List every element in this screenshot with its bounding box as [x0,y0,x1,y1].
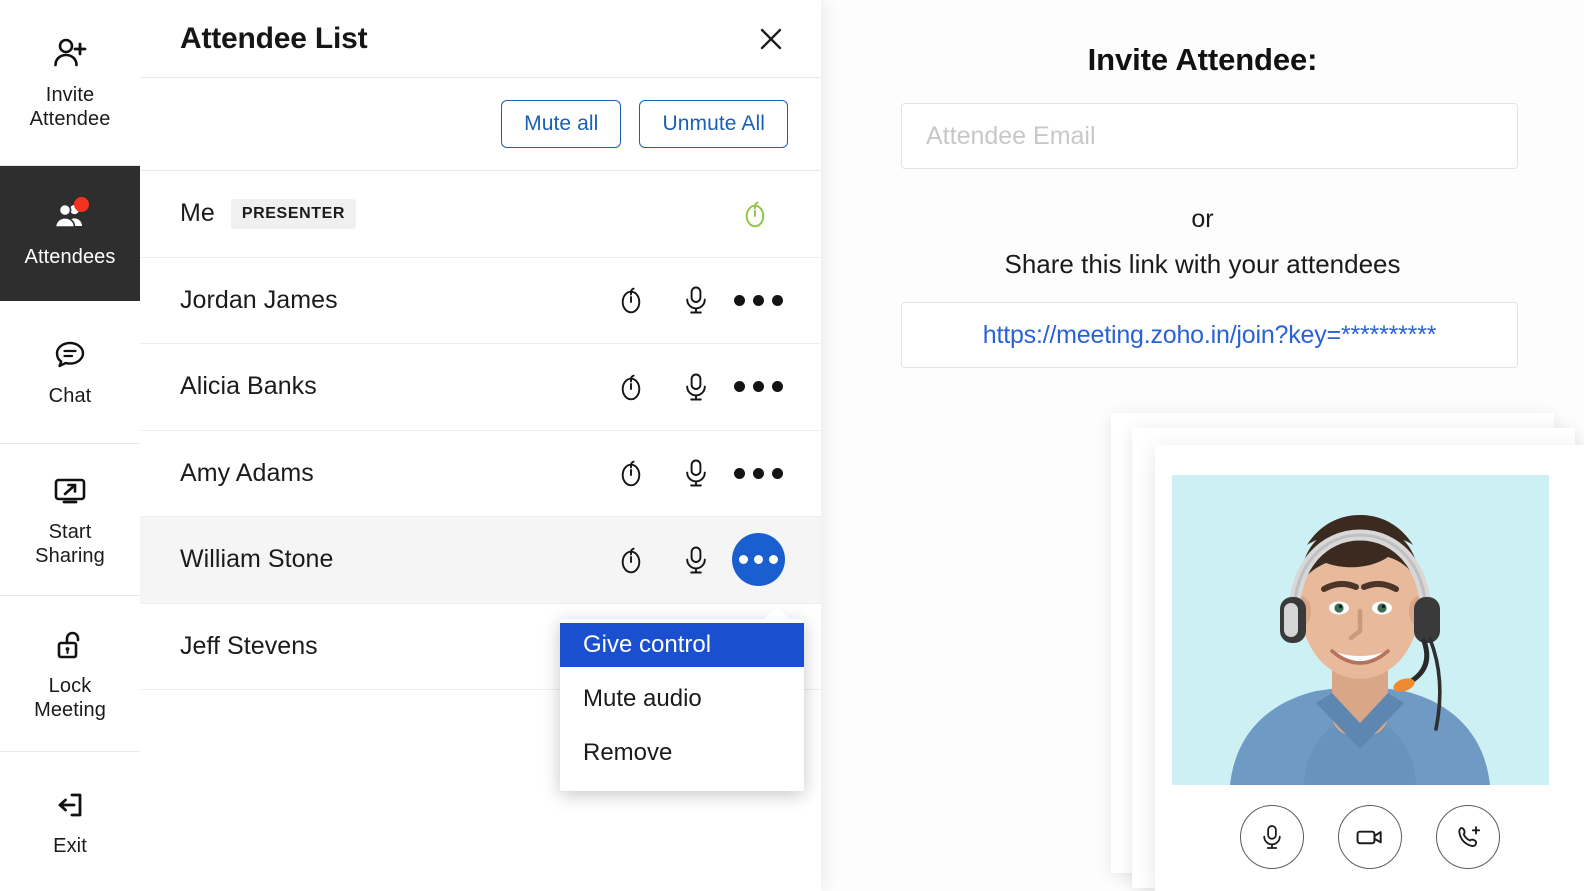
mouse-control-icon[interactable] [601,356,663,418]
sidebar-item-label: Invite Attendee [30,83,111,132]
attendee-name: Jeff Stevens [180,632,318,661]
attendee-email-input[interactable] [901,103,1518,169]
microphone-icon[interactable] [665,442,727,504]
mouse-control-icon[interactable] [601,269,663,331]
attendee-portrait [1172,475,1549,785]
person-add-icon [50,34,90,74]
ellipsis-icon [732,533,785,586]
phone-add-icon [1452,821,1484,853]
attendee-name: Alicia Banks [180,372,317,401]
attendee-name: Amy Adams [180,459,314,488]
menu-item-mute-audio[interactable]: Mute audio [560,677,804,721]
unmute-all-button[interactable]: Unmute All [639,100,788,148]
camera-toggle-button[interactable] [1338,805,1402,869]
more-options-button[interactable] [727,442,789,504]
ellipsis-icon [734,468,783,479]
ellipsis-icon [734,381,783,392]
attendee-name: Jordan James [180,286,338,315]
row-actions [725,183,789,245]
row-actions [601,356,789,418]
microphone-icon [1257,822,1287,852]
video-camera-icon [1354,821,1386,853]
close-button[interactable] [751,19,791,59]
screen-share-icon [50,471,90,511]
ellipsis-icon [734,295,783,306]
video-preview-frame [1172,475,1549,785]
close-icon [756,24,786,54]
people-icon [50,196,90,236]
attendee-context-menu: Give control Mute audio Remove [560,619,804,791]
or-separator-label: or [821,205,1584,234]
meeting-app-window: Invite Attendee Attendees C [0,0,1584,891]
video-control-bar [1155,805,1584,869]
table-row[interactable]: Me PRESENTER [140,171,821,258]
unlocked-padlock-icon [50,625,90,665]
microphone-icon[interactable] [665,356,727,418]
mouse-control-icon[interactable] [601,529,663,591]
attendee-name: William Stone [180,545,333,574]
more-options-button[interactable] [727,356,789,418]
sidebar-item-invite-attendee[interactable]: Invite Attendee [0,0,140,166]
meeting-link-box[interactable]: https://meeting.zoho.in/join?key=*******… [901,302,1518,368]
sidebar-item-label: Attendees [25,245,116,269]
sidebar-item-lock-meeting[interactable]: Lock Meeting [0,596,140,752]
sidebar-item-chat[interactable]: Chat [0,301,140,444]
menu-item-give-control[interactable]: Give control [560,623,804,667]
attendee-name: Me [180,199,215,228]
sidebar-item-attendees[interactable]: Attendees [0,166,140,301]
add-call-button[interactable] [1436,805,1500,869]
share-link-label: Share this link with your attendees [821,249,1584,280]
table-row[interactable]: Jordan James [140,258,821,345]
page-title: Attendee List [180,22,367,56]
sidebar-item-label: Start Sharing [35,520,105,569]
status-badge: PRESENTER [231,199,356,229]
video-preview-card [1155,445,1584,891]
mute-controls-bar: Mute all Unmute All [140,78,821,171]
microphone-icon[interactable] [665,269,727,331]
table-row[interactable]: Alicia Banks [140,344,821,431]
sidebar-item-label: Chat [49,384,92,408]
left-sidebar: Invite Attendee Attendees C [0,0,140,891]
sidebar-item-label: Exit [53,834,87,858]
menu-arrow [763,607,791,620]
panel-header: Attendee List [140,0,821,78]
chat-bubble-icon [50,335,90,375]
mute-toggle-button[interactable] [1240,805,1304,869]
sidebar-item-start-sharing[interactable]: Start Sharing [0,444,140,596]
more-options-button[interactable] [727,269,789,331]
meeting-link[interactable]: https://meeting.zoho.in/join?key=*******… [983,321,1437,350]
sidebar-item-label: Lock Meeting [34,674,106,723]
more-options-button-active[interactable] [727,529,789,591]
menu-item-remove[interactable]: Remove [560,731,804,775]
mouse-control-icon[interactable] [725,183,787,245]
row-actions [601,529,789,591]
microphone-icon[interactable] [665,529,727,591]
mute-all-button[interactable]: Mute all [501,100,621,148]
sidebar-item-exit[interactable]: Exit [0,752,140,891]
row-actions [601,442,789,504]
exit-arrow-icon [50,785,90,825]
table-row[interactable]: Amy Adams [140,431,821,518]
row-actions [601,269,789,331]
invite-title: Invite Attendee: [821,42,1584,78]
table-row[interactable]: William Stone [140,517,821,604]
attendee-list-panel: Attendee List Mute all Unmute All Me PRE… [140,0,821,891]
mouse-control-icon[interactable] [601,442,663,504]
